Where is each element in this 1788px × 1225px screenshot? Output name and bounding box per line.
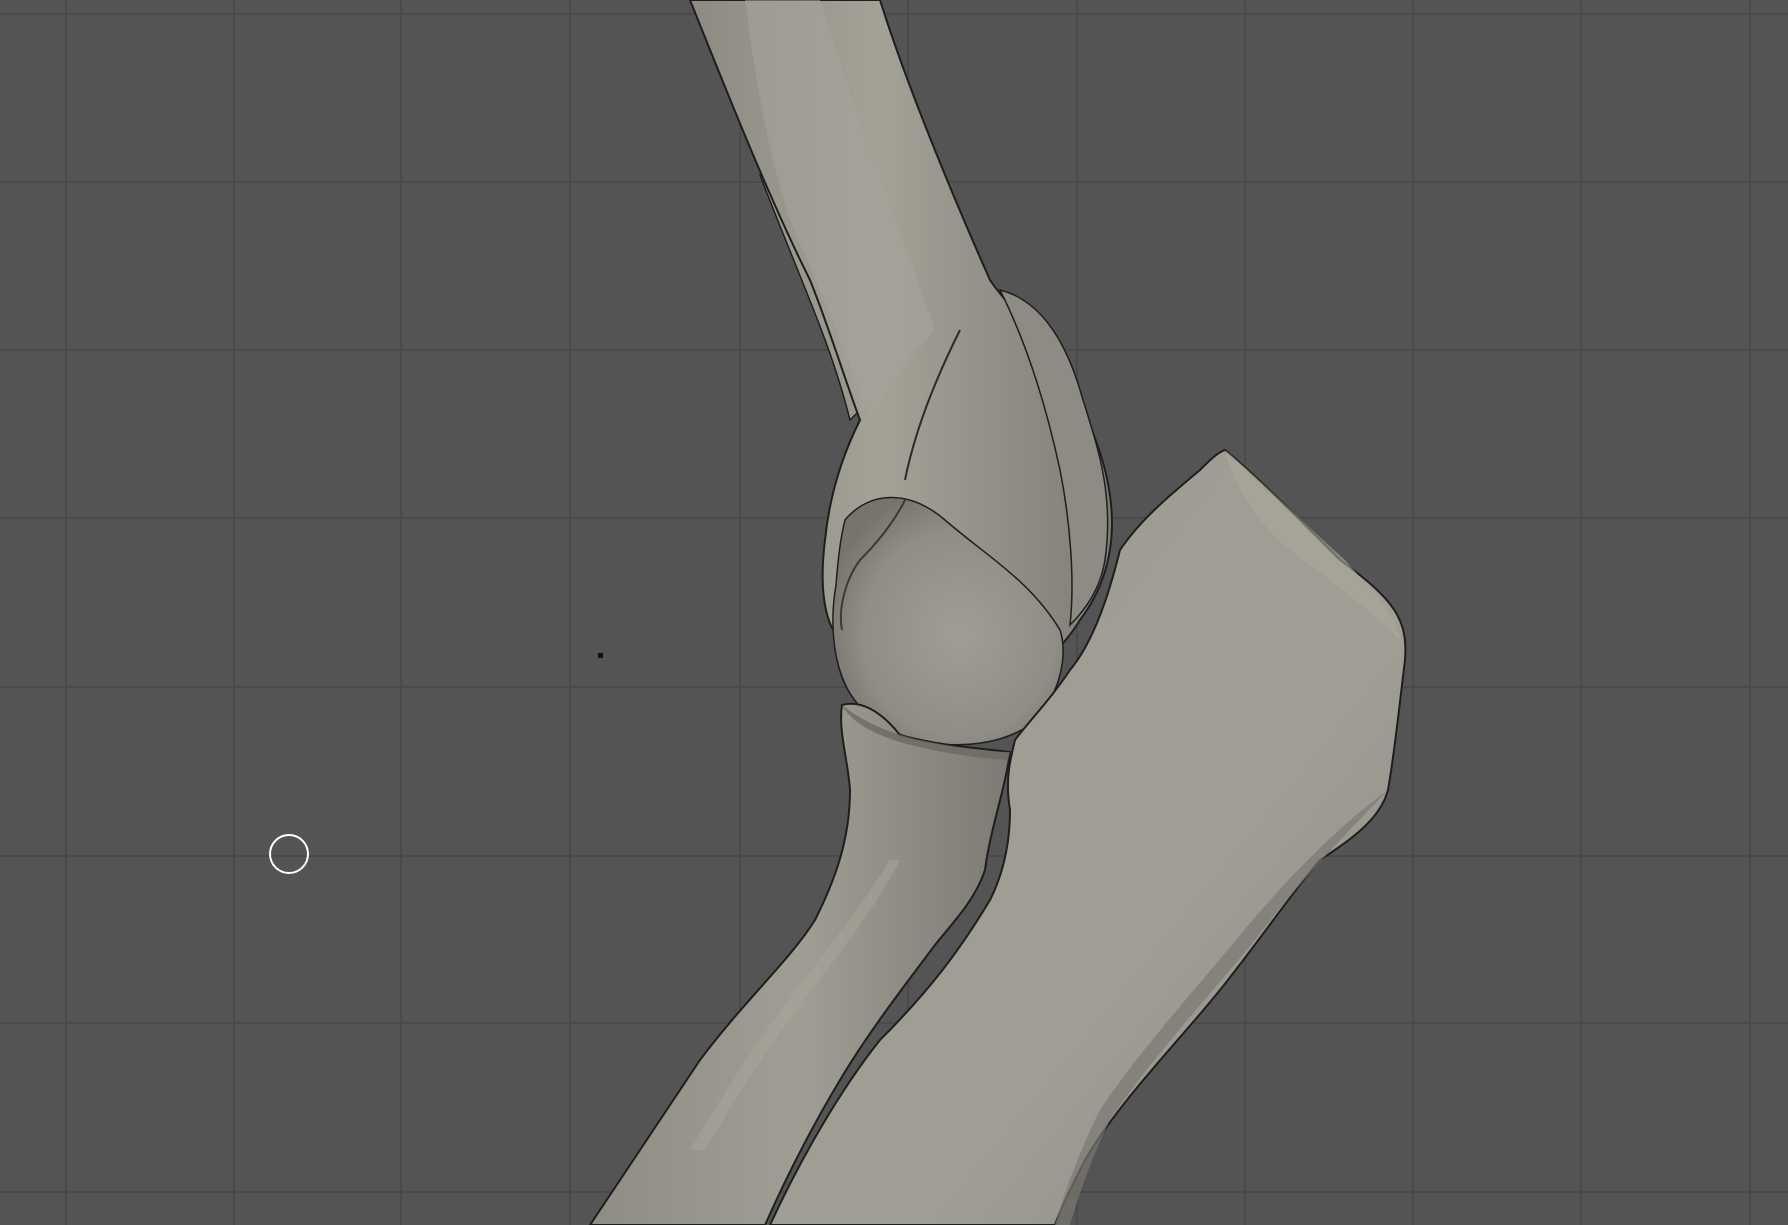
3d-cursor-icon[interactable] (269, 834, 309, 874)
3d-viewport[interactable] (0, 0, 1788, 1225)
object-origin-icon (598, 653, 603, 658)
humerus-mesh[interactable] (688, 0, 1113, 746)
